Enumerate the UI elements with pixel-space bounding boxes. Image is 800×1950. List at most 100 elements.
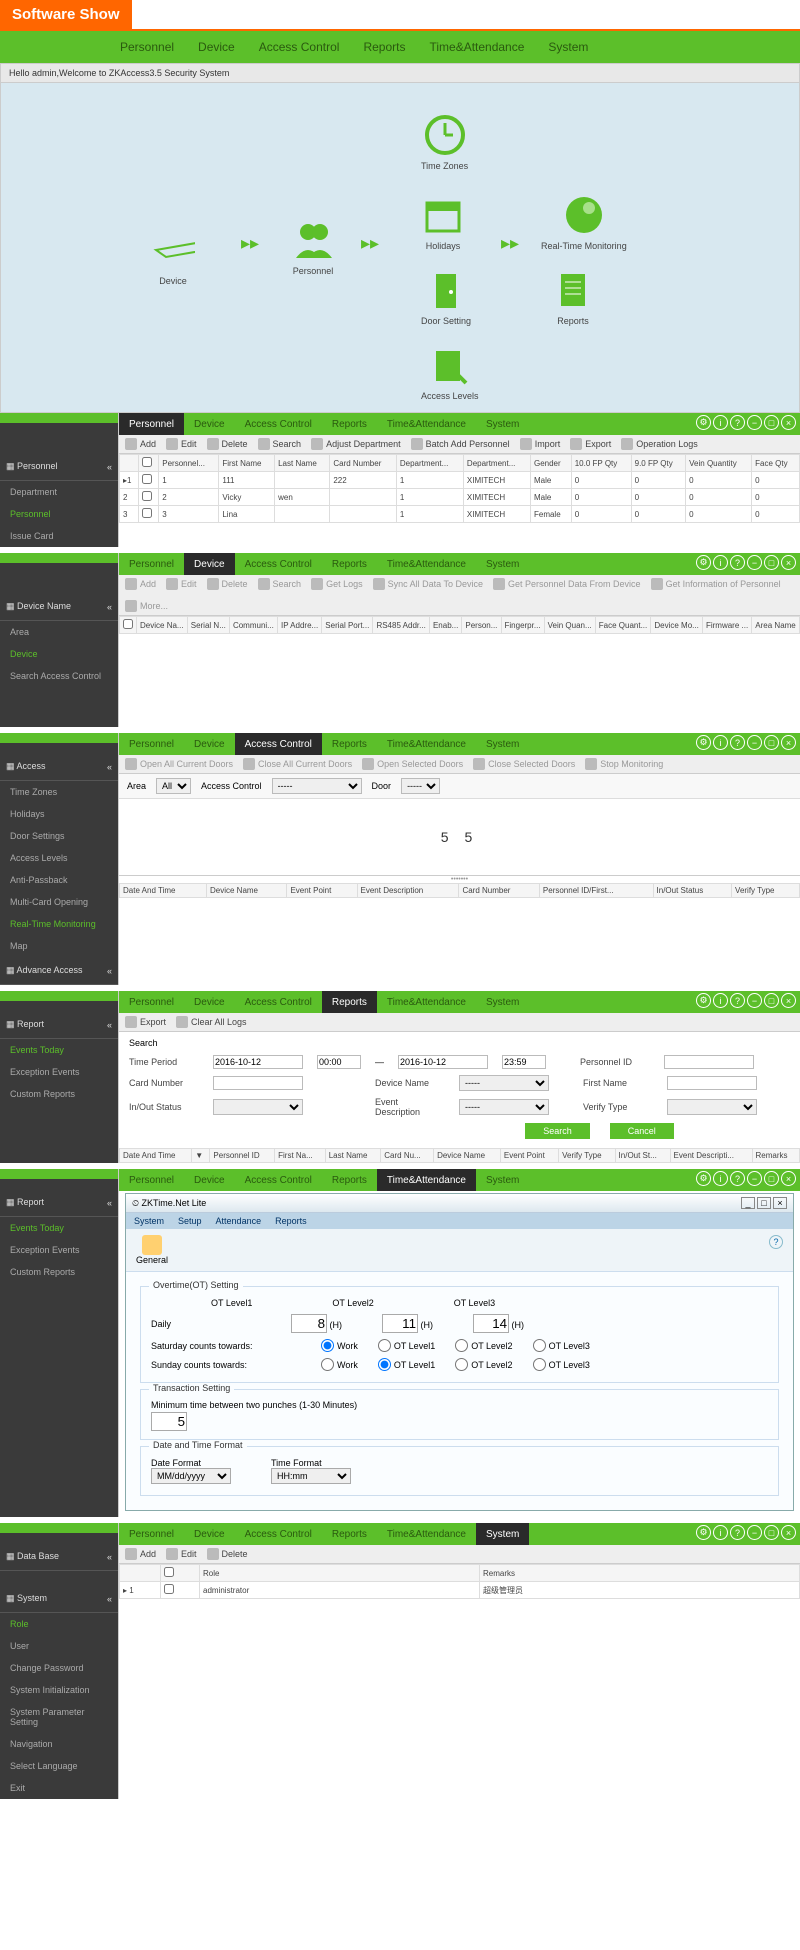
- sidebar-item-navigation[interactable]: Navigation: [0, 1733, 118, 1755]
- tab-device[interactable]: Device: [184, 1169, 235, 1191]
- sidebar-item-time-zones[interactable]: Time Zones: [0, 781, 118, 803]
- sidebar-group-report2[interactable]: ▦ Report«: [0, 1189, 118, 1217]
- tab-system[interactable]: System: [476, 1523, 529, 1545]
- tb-delete[interactable]: Delete: [207, 1548, 248, 1560]
- tab-accesscontrol[interactable]: Access Control: [235, 553, 322, 575]
- tb-more---[interactable]: More...: [125, 600, 168, 612]
- close-icon[interactable]: ×: [781, 1171, 796, 1186]
- max-icon[interactable]: □: [764, 415, 779, 430]
- col-header[interactable]: Device Mo...: [651, 617, 703, 634]
- checkbox-all[interactable]: [142, 457, 152, 467]
- close-icon[interactable]: ×: [781, 1525, 796, 1540]
- tb-search[interactable]: Search: [258, 578, 302, 590]
- gear-icon[interactable]: ⚙: [696, 993, 711, 1008]
- table-row[interactable]: ▸111112221XIMITECHMale0000: [120, 472, 800, 489]
- col-header[interactable]: Remarks: [752, 1149, 799, 1163]
- table-row[interactable]: 33Lina1XIMITECHFemale0000: [120, 506, 800, 523]
- col-header[interactable]: Date And Time: [120, 1149, 192, 1163]
- sidebar-item-issue-card[interactable]: Issue Card: [0, 525, 118, 547]
- tab-accesscontrol[interactable]: Access Control: [235, 413, 322, 435]
- sidebar-group-db[interactable]: ▦ Data Base«: [0, 1543, 118, 1571]
- pid-input[interactable]: [664, 1055, 754, 1069]
- col-header[interactable]: Personnel...: [159, 455, 219, 472]
- col-header[interactable]: Card Number: [459, 884, 539, 898]
- tab-personnel[interactable]: Personnel: [119, 1523, 184, 1545]
- info-icon[interactable]: i: [713, 1525, 728, 1540]
- tb-close-selected-doors[interactable]: Close Selected Doors: [473, 758, 575, 770]
- col-header[interactable]: Vein Quantity: [686, 455, 752, 472]
- gear-icon[interactable]: ⚙: [696, 415, 711, 430]
- col-header[interactable]: Event Description: [357, 884, 459, 898]
- gear-icon[interactable]: ⚙: [696, 555, 711, 570]
- col-header[interactable]: Card Nu...: [381, 1149, 434, 1163]
- nav-personnel[interactable]: Personnel: [120, 40, 174, 54]
- sidebar-group-access[interactable]: ▦ Access«: [0, 753, 118, 781]
- sidebar-item-multi-card-opening[interactable]: Multi-Card Opening: [0, 891, 118, 913]
- tb-export[interactable]: Export: [570, 438, 611, 450]
- sidebar-item-holidays[interactable]: Holidays: [0, 803, 118, 825]
- sidebar-item-access-levels[interactable]: Access Levels: [0, 847, 118, 869]
- max-icon[interactable]: □: [764, 555, 779, 570]
- sidebar-item-area[interactable]: Area: [0, 621, 118, 643]
- sidebar-item-system-initialization[interactable]: System Initialization: [0, 1679, 118, 1701]
- max-icon[interactable]: □: [764, 1171, 779, 1186]
- col-header[interactable]: Personnel ID/First...: [539, 884, 653, 898]
- row-checkbox[interactable]: [142, 508, 152, 518]
- tab-system[interactable]: System: [476, 413, 529, 435]
- help-icon[interactable]: ?: [730, 1525, 745, 1540]
- col-header[interactable]: In/Out St...: [615, 1149, 670, 1163]
- sidebar-item-door-settings[interactable]: Door Settings: [0, 825, 118, 847]
- checkbox-all[interactable]: [123, 619, 133, 629]
- radio-otlevel3[interactable]: [533, 1339, 546, 1352]
- tab-personnel[interactable]: Personnel: [119, 991, 184, 1013]
- col-header[interactable]: First Name: [219, 455, 275, 472]
- sidebar-item-department[interactable]: Department: [0, 481, 118, 503]
- col-header[interactable]: Event Point: [500, 1149, 558, 1163]
- tb-delete[interactable]: Delete: [207, 578, 248, 590]
- tb-edit[interactable]: Edit: [166, 578, 197, 590]
- max-icon[interactable]: □: [764, 1525, 779, 1540]
- tb-sync-all-data-to-device[interactable]: Sync All Data To Device: [373, 578, 483, 590]
- radio-otlevel1[interactable]: [378, 1339, 391, 1352]
- general-icon[interactable]: [142, 1235, 162, 1255]
- popup-tab-reports[interactable]: Reports: [275, 1216, 307, 1226]
- min-icon[interactable]: −: [747, 555, 762, 570]
- col-header[interactable]: Gender: [530, 455, 571, 472]
- tab-system[interactable]: System: [476, 991, 529, 1013]
- sidebar-item-role[interactable]: Role: [0, 1613, 118, 1635]
- nav-accesscontrol[interactable]: Access Control: [259, 40, 340, 54]
- sidebar-item-custom-reports[interactable]: Custom Reports: [0, 1083, 118, 1105]
- col-header[interactable]: In/Out Status: [653, 884, 732, 898]
- area-select[interactable]: All: [156, 778, 191, 794]
- col-header[interactable]: Face Quant...: [595, 617, 651, 634]
- tb-get-logs[interactable]: Get Logs: [311, 578, 363, 590]
- checkbox-all[interactable]: [164, 1567, 174, 1577]
- col-header[interactable]: Last Name: [275, 455, 330, 472]
- min-icon[interactable]: _: [741, 1197, 755, 1209]
- table-row[interactable]: ▸ 1administrator超级管理员: [120, 1582, 800, 1599]
- tb-adjust-department[interactable]: Adjust Department: [311, 438, 401, 450]
- radio-otlevel2[interactable]: [455, 1339, 468, 1352]
- tab-reports[interactable]: Reports: [322, 1523, 377, 1545]
- tab-reports[interactable]: Reports: [322, 553, 377, 575]
- max-icon[interactable]: □: [764, 735, 779, 750]
- row-checkbox[interactable]: [142, 491, 152, 501]
- vtype-select[interactable]: [667, 1099, 757, 1115]
- gear-icon[interactable]: ⚙: [696, 1525, 711, 1540]
- tab-device[interactable]: Device: [184, 1523, 235, 1545]
- txn-input[interactable]: [151, 1412, 187, 1431]
- search-button[interactable]: Search: [525, 1123, 590, 1139]
- help-icon[interactable]: ?: [769, 1235, 783, 1249]
- sidebar-item-search-access-control[interactable]: Search Access Control: [0, 665, 118, 687]
- tab-timeattendance[interactable]: Time&Attendance: [377, 1169, 476, 1191]
- tab-reports[interactable]: Reports: [322, 733, 377, 755]
- gear-icon[interactable]: ⚙: [696, 735, 711, 750]
- row-checkbox[interactable]: [164, 1584, 174, 1594]
- tab-system[interactable]: System: [476, 733, 529, 755]
- tb-delete[interactable]: Delete: [207, 438, 248, 450]
- col-header[interactable]: Enab...: [429, 617, 461, 634]
- gear-icon[interactable]: ⚙: [696, 1171, 711, 1186]
- col-header[interactable]: Firmware ...: [702, 617, 751, 634]
- tab-accesscontrol[interactable]: Access Control: [235, 991, 322, 1013]
- tab-timeattendance[interactable]: Time&Attendance: [377, 991, 476, 1013]
